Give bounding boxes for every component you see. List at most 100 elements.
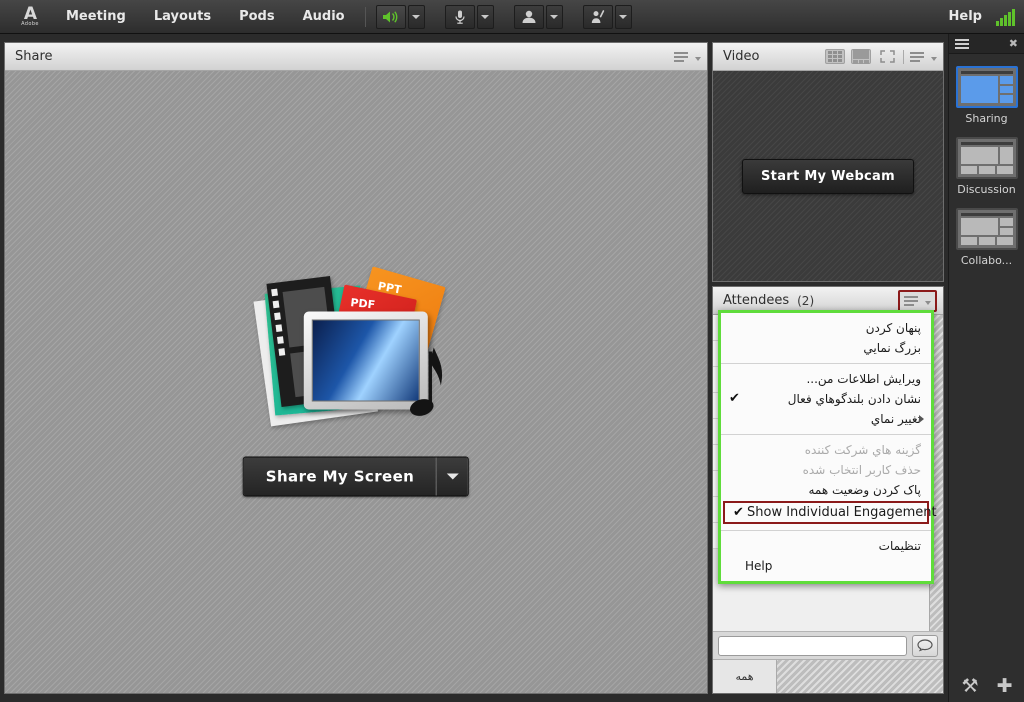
speech-bubble-icon <box>917 639 933 652</box>
layouts-sidebar: ✖ Sharing Discussion Collabo... ⚒ ✚ <box>948 34 1024 702</box>
share-pod: Share PPT PDF Share My Screen <box>4 42 708 694</box>
menu-layouts[interactable]: Layouts <box>140 3 225 30</box>
art-music-note <box>408 346 448 422</box>
filmstrip-icon <box>853 49 870 64</box>
layout-collaboration[interactable]: Collabo... <box>955 208 1018 267</box>
webcam-control-group <box>513 4 563 29</box>
sidebar-header: ✖ <box>949 34 1024 54</box>
menu-pods[interactable]: Pods <box>225 3 289 30</box>
share-pod-tools <box>674 50 701 64</box>
layout-thumbnail <box>955 208 1018 250</box>
video-pod-title: Video <box>723 49 760 64</box>
speaker-control-group <box>375 4 425 29</box>
share-placeholder: PPT PDF Share My Screen <box>242 266 470 497</box>
attendees-pod-context-menu: پنهان کردن بزرگ نمايي ويرايش اطلاعات من.… <box>718 310 937 584</box>
chevron-down-icon <box>412 14 421 19</box>
tools-icon[interactable]: ⚒ <box>962 677 979 696</box>
microphone-dropdown-button[interactable] <box>476 4 494 29</box>
raise-hand-button[interactable] <box>582 4 613 29</box>
chat-input-bar <box>713 631 943 659</box>
chevron-down-icon <box>481 14 490 19</box>
fullscreen-button[interactable] <box>877 49 897 64</box>
share-pod-title: Share <box>15 49 53 64</box>
menu-remove-selected-user: حذف كاربر انتخاب شده <box>721 460 931 480</box>
menu-help[interactable]: Help <box>935 3 996 30</box>
video-pod-menu-button[interactable] <box>910 50 937 64</box>
meeting-stage: Share PPT PDF Share My Screen Video Star… <box>0 34 1024 702</box>
layout-label: Collabo... <box>960 254 1013 267</box>
menu-clear-everyones-status[interactable]: پاک کردن وضعيت همه <box>721 480 931 500</box>
context-menu-group: ويرايش اطلاعات من... ✔ نشان دادن بلندگوه… <box>721 363 931 434</box>
chat-send-button[interactable] <box>912 634 938 657</box>
menu-item-label: گزينه هاي شركت كننده <box>804 443 921 457</box>
layout-sharing[interactable]: Sharing <box>955 66 1018 125</box>
adobe-logo-mark: A <box>23 3 37 24</box>
chevron-down-icon <box>925 300 931 305</box>
sidebar-close-button[interactable]: ✖ <box>1009 37 1018 50</box>
share-pod-menu-button[interactable] <box>674 50 701 64</box>
context-menu-group: تنظيمات Help <box>721 530 931 581</box>
menu-preferences[interactable]: تنظيمات <box>721 536 931 556</box>
menu-edit-my-info[interactable]: ويرايش اطلاعات من... <box>721 369 931 389</box>
raise-hand-dropdown-button[interactable] <box>614 4 632 29</box>
menu-audio[interactable]: Audio <box>289 3 359 30</box>
attendees-count: (2) <box>797 293 815 308</box>
attendees-pod-menu-button[interactable] <box>898 289 937 312</box>
menu-help[interactable]: Help <box>721 556 931 576</box>
menu-item-label: تغییر نماي <box>870 412 921 426</box>
chevron-down-icon <box>695 56 701 61</box>
speaker-icon <box>382 10 397 23</box>
share-my-screen-dropdown[interactable] <box>436 457 469 496</box>
menu-show-individual-engagement[interactable]: ✔ Show Individual Engagement <box>723 501 937 524</box>
chevron-down-icon <box>446 473 459 480</box>
add-layout-icon[interactable]: ✚ <box>997 677 1013 696</box>
layout-discussion[interactable]: Discussion <box>955 137 1018 196</box>
sidebar-menu-button[interactable] <box>955 38 969 49</box>
share-my-screen-button[interactable]: Share My Screen <box>242 456 470 497</box>
raise-hand-icon <box>591 10 604 23</box>
menu-item-label: Help <box>745 559 773 573</box>
attendees-pod-title: Attendees <box>723 293 790 308</box>
submenu-arrow-icon <box>919 415 924 423</box>
context-menu-group: پنهان کردن بزرگ نمايي <box>721 313 931 363</box>
speaker-dropdown-button[interactable] <box>407 4 425 29</box>
menu-bar: A Adobe Meeting Layouts Pods Audio Help <box>0 0 1024 34</box>
microphone-button[interactable] <box>444 4 475 29</box>
connection-signal-icon <box>996 8 1015 26</box>
video-tools-divider <box>903 49 904 64</box>
hamburger-icon <box>674 50 694 64</box>
chat-input[interactable] <box>718 635 907 656</box>
menu-divider <box>364 6 366 27</box>
menu-meeting[interactable]: Meeting <box>52 3 140 30</box>
share-pod-body: PPT PDF Share My Screen <box>5 71 707 693</box>
grid-view-button[interactable] <box>825 49 845 64</box>
hamburger-icon <box>910 50 930 64</box>
menu-item-label: پاک کردن وضعيت همه <box>808 483 921 497</box>
menu-item-label: نشان دادن بلندگوهاي فعال <box>787 392 921 406</box>
menu-item-label: پنهان کردن <box>865 321 921 335</box>
sidebar-bottom-tools: ⚒ ✚ <box>949 677 1024 696</box>
video-pod: Video Start My Webcam <box>712 42 944 282</box>
chevron-down-icon <box>931 56 937 61</box>
menu-item-label: ويرايش اطلاعات من... <box>806 372 921 386</box>
share-pod-header: Share <box>5 43 707 71</box>
menu-item-label: تنظيمات <box>878 539 921 553</box>
menu-attendee-options: گزينه هاي شركت كننده <box>721 440 931 460</box>
speaker-button[interactable] <box>375 4 406 29</box>
start-my-webcam-button[interactable]: Start My Webcam <box>742 158 914 194</box>
chat-tab-all[interactable]: همه <box>713 660 777 693</box>
menu-show-active-speakers[interactable]: ✔ نشان دادن بلندگوهاي فعال <box>721 389 931 409</box>
webcam-button[interactable] <box>513 4 544 29</box>
video-pod-body: Start My Webcam <box>713 71 943 281</box>
attendees-pod-tools <box>898 289 937 312</box>
check-icon: ✔ <box>729 391 740 406</box>
layout-thumbnail <box>955 66 1018 108</box>
menu-change-view[interactable]: تغییر نماي <box>721 409 931 429</box>
filmstrip-view-button[interactable] <box>851 49 871 64</box>
fullscreen-icon <box>879 50 895 63</box>
menu-hide[interactable]: پنهان کردن <box>721 318 931 338</box>
menu-maximize[interactable]: بزرگ نمايي <box>721 338 931 358</box>
webcam-dropdown-button[interactable] <box>545 4 563 29</box>
grid-icon <box>828 51 842 62</box>
context-menu-group: گزينه هاي شركت كننده حذف كاربر انتخاب شد… <box>721 434 937 530</box>
